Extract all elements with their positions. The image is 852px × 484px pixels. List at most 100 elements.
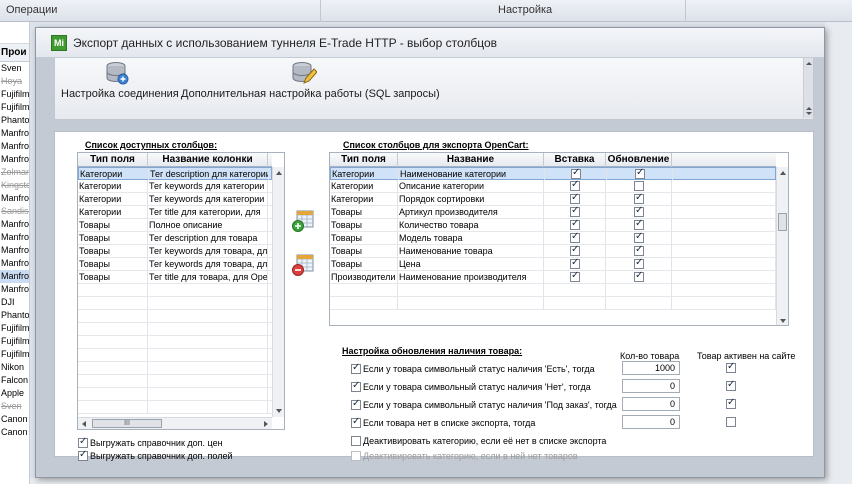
list-item[interactable]: Falcon xyxy=(0,374,29,387)
insert-checkbox[interactable] xyxy=(570,219,580,230)
table-row[interactable] xyxy=(78,388,272,401)
rule-checkbox[interactable] xyxy=(351,362,361,374)
export-columns-grid[interactable]: Тип поля Название Вставка Обновление Кат… xyxy=(329,152,789,326)
list-item[interactable]: Fujifilm xyxy=(0,88,29,101)
insert-checkbox[interactable] xyxy=(570,271,580,282)
sql-settings-button[interactable]: Дополнительная настройка работы (SQL зап… xyxy=(181,58,440,118)
scroll-left-icon[interactable] xyxy=(82,421,86,427)
table-row[interactable]: Товары Модель товара xyxy=(330,232,776,245)
quantity-field[interactable]: 1000 xyxy=(622,361,680,375)
availability-rule[interactable]: Если у товара символьный статус наличия … xyxy=(351,362,595,376)
column-header[interactable]: Обновление xyxy=(606,153,672,167)
list-item[interactable]: Phantom xyxy=(0,309,29,322)
add-column-button[interactable] xyxy=(292,210,314,232)
table-row[interactable] xyxy=(78,284,272,297)
option-checkbox[interactable] xyxy=(78,449,88,461)
list-item[interactable]: Manfrotto xyxy=(0,218,29,231)
vertical-scrollbar[interactable] xyxy=(272,167,284,417)
table-row[interactable] xyxy=(78,323,272,336)
deactivate-category-option[interactable]: Деактивировать категорию, если её нет в … xyxy=(351,434,606,448)
update-checkbox[interactable] xyxy=(634,258,644,269)
option-checkbox[interactable] xyxy=(351,436,361,446)
scroll-down-icon[interactable] xyxy=(780,319,786,323)
table-row[interactable]: Товары Тег title для товара, для Ope xyxy=(78,271,272,284)
export-reference-option[interactable]: Выгружать справочник доп. цен xyxy=(78,436,223,450)
list-item[interactable]: Kingston xyxy=(0,179,29,192)
table-row[interactable]: Категории Тег description для категории xyxy=(78,167,272,180)
list-item[interactable]: Hoya xyxy=(0,75,29,88)
update-checkbox[interactable] xyxy=(634,206,644,217)
table-row[interactable]: Товары Тег keywords для товара, для xyxy=(78,245,272,258)
list-item[interactable]: Sven xyxy=(0,62,29,75)
insert-checkbox[interactable] xyxy=(570,232,580,243)
ribbon-scrollbar[interactable] xyxy=(803,58,813,118)
table-row[interactable] xyxy=(78,349,272,362)
vertical-scrollbar[interactable] xyxy=(776,167,788,325)
list-item[interactable]: Fujifilm xyxy=(0,322,29,335)
list-item[interactable]: Manfrotto xyxy=(0,192,29,205)
list-item[interactable]: Sven xyxy=(0,400,29,413)
active-on-site-checkbox[interactable] xyxy=(726,361,736,373)
table-row[interactable]: Производители Наименование производителя xyxy=(330,271,776,284)
table-row[interactable]: Товары Тег keywords для товара, для xyxy=(78,258,272,271)
column-header[interactable]: Название колонки xyxy=(148,153,268,167)
option-checkbox[interactable] xyxy=(78,436,88,448)
table-row[interactable]: Товары Цена xyxy=(330,258,776,271)
table-row[interactable]: Категории Описание категории xyxy=(330,180,776,193)
table-row[interactable] xyxy=(78,297,272,310)
column-header[interactable]: Название xyxy=(398,153,544,167)
list-item[interactable]: Nikon xyxy=(0,361,29,374)
list-item[interactable]: Manfrotto xyxy=(0,140,29,153)
scroll-up-icon[interactable] xyxy=(276,171,282,175)
active-on-site-checkbox[interactable] xyxy=(726,417,736,427)
scroll-thumb[interactable]: III xyxy=(92,419,162,428)
export-reference-option[interactable]: Выгружать справочник доп. полей xyxy=(78,449,233,463)
table-row[interactable] xyxy=(78,336,272,349)
update-checkbox[interactable] xyxy=(634,232,644,243)
scroll-up-icon[interactable] xyxy=(780,171,786,175)
update-checkbox[interactable] xyxy=(635,168,645,179)
scroll-right-icon[interactable] xyxy=(264,421,268,427)
list-item[interactable]: Manfrotto xyxy=(0,283,29,296)
list-item[interactable]: Manfrotto xyxy=(0,127,29,140)
insert-checkbox[interactable] xyxy=(570,180,580,191)
table-row[interactable] xyxy=(78,362,272,375)
table-row[interactable] xyxy=(330,297,776,310)
list-item[interactable]: Manfrotto xyxy=(0,244,29,257)
list-item[interactable]: Sandisk xyxy=(0,205,29,218)
availability-rule[interactable]: Если у товара символьный статус наличия … xyxy=(351,380,591,394)
option-checkbox[interactable] xyxy=(351,451,361,461)
column-header[interactable]: Тип поля xyxy=(330,153,398,167)
list-item[interactable]: Manfrotto xyxy=(0,153,29,166)
table-row[interactable]: Товары Количество товара xyxy=(330,219,776,232)
tab-settings[interactable]: Настройка xyxy=(498,4,552,16)
list-item[interactable]: Manfrotto xyxy=(0,270,29,283)
list-item[interactable]: Canon xyxy=(0,413,29,426)
available-columns-grid[interactable]: Тип поля Название колонки III Категории Т… xyxy=(77,152,285,430)
table-row[interactable]: Товары Тег description для товара xyxy=(78,232,272,245)
update-checkbox[interactable] xyxy=(634,193,644,204)
scroll-down-icon[interactable] xyxy=(806,112,812,115)
insert-checkbox[interactable] xyxy=(570,245,580,256)
active-on-site-checkbox[interactable] xyxy=(726,379,736,391)
scroll-up-icon[interactable] xyxy=(806,62,812,65)
column-header[interactable]: Вставка xyxy=(544,153,606,167)
list-item[interactable]: Zolmann xyxy=(0,166,29,179)
rule-checkbox[interactable] xyxy=(351,380,361,392)
update-checkbox[interactable] xyxy=(634,181,644,191)
insert-checkbox[interactable] xyxy=(571,168,581,179)
quantity-field[interactable]: 0 xyxy=(622,415,680,429)
list-item[interactable]: Canon xyxy=(0,426,29,439)
rule-checkbox[interactable] xyxy=(351,398,361,410)
horizontal-scrollbar[interactable]: III xyxy=(78,417,272,429)
tab-operations[interactable]: Операции xyxy=(6,4,57,16)
list-item[interactable]: Fujifilm xyxy=(0,335,29,348)
table-row[interactable] xyxy=(78,375,272,388)
table-row[interactable]: Категории Порядок сортировки xyxy=(330,193,776,206)
quantity-field[interactable]: 0 xyxy=(622,397,680,411)
insert-checkbox[interactable] xyxy=(570,258,580,269)
table-row[interactable]: Категории Наименование категории xyxy=(330,167,777,180)
scroll-down-icon[interactable] xyxy=(276,409,282,413)
table-row[interactable]: Товары Полное описание xyxy=(78,219,272,232)
connection-settings-button[interactable]: Настройка соединения xyxy=(61,58,179,118)
